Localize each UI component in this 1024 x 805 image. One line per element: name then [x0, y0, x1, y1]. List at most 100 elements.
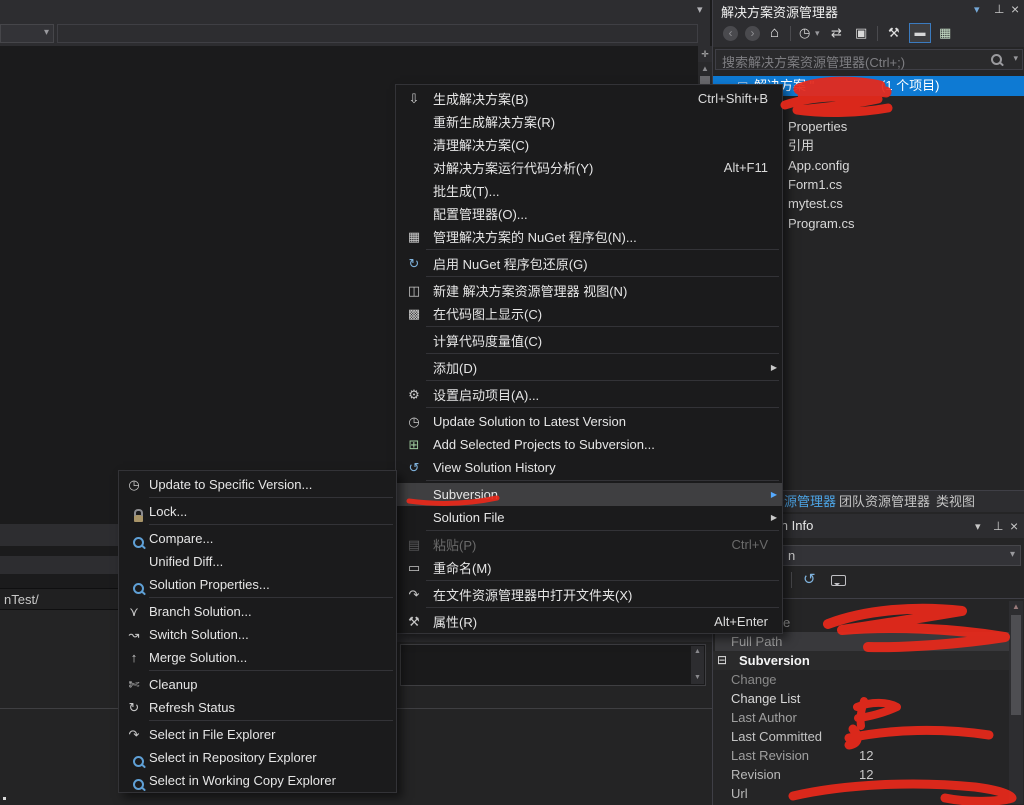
comment-bubble-icon[interactable] [831, 575, 846, 586]
code-map-icon[interactable]: ▦ [939, 25, 951, 41]
nav-back-icon[interactable]: ‹ [723, 26, 738, 41]
submenu-item-select-in-file-explorer[interactable]: ↷Select in File Explorer [119, 723, 396, 746]
tree-item-label: Form1.cs [788, 177, 842, 192]
menu-item-configuration-manager[interactable]: 配置管理器(O)... [396, 202, 782, 225]
submenu-item-select-in-working-copy-explorer[interactable]: Select in Working Copy Explorer [119, 769, 396, 792]
menu-item-update-solution-latest[interactable]: ◷Update Solution to Latest Version [396, 410, 782, 433]
submenu-item-compare[interactable]: Compare... [119, 527, 396, 550]
menu-item-batch-build[interactable]: 批生成(T)... [396, 179, 782, 202]
menu-label: Solution Properties... [149, 577, 270, 592]
menu-item-rename[interactable]: ▭重命名(M) [396, 556, 782, 579]
submenu-item-unified-diff[interactable]: Unified Diff... [119, 550, 396, 573]
menu-item-clean-solution[interactable]: 清理解决方案(C) [396, 133, 782, 156]
scroll-up-icon[interactable]: ▲ [1009, 601, 1023, 613]
collapse-expander-icon[interactable]: ⊟ [717, 651, 727, 670]
solution-context-menu: ⇩生成解决方案(B)Ctrl+Shift+B 重新生成解决方案(R) 清理解决方… [395, 84, 783, 634]
menu-item-rebuild-solution[interactable]: 重新生成解决方案(R) [396, 110, 782, 133]
sync-active-document-icon[interactable]: ⇄ [831, 25, 842, 41]
menu-item-new-solution-explorer-view[interactable]: ◫新建 解决方案资源管理器 视图(N) [396, 279, 782, 302]
menu-item-show-on-code-map[interactable]: ▩在代码图上显示(C) [396, 302, 782, 325]
window-position-icon[interactable]: ▾ [975, 520, 981, 533]
toolbar-field[interactable] [57, 24, 698, 43]
scroll-up-icon[interactable]: ▲ [691, 646, 704, 658]
properties-scrollbar[interactable]: ▲ [1009, 601, 1023, 804]
pin-icon[interactable]: ⊥ [993, 519, 1003, 533]
solution-label-suffix: (1 个项目) [881, 76, 940, 96]
menu-item-set-startup-projects[interactable]: ⚙设置启动项目(A)... [396, 383, 782, 406]
submenu-item-branch-solution[interactable]: ⋎Branch Solution... [119, 600, 396, 623]
prop-row-change[interactable]: Change [713, 670, 1009, 689]
menu-item-solution-file[interactable]: Solution File▶ [396, 506, 782, 529]
pin-icon[interactable]: ⊥ [994, 2, 1004, 16]
tab-class-view[interactable]: 类视图 [936, 491, 975, 513]
submenu-item-refresh-status[interactable]: ↻Refresh Status [119, 696, 396, 719]
tree-item-label: Program.cs [788, 216, 854, 231]
prop-row-last-author[interactable]: Last Author [713, 708, 1009, 727]
branch-icon: ⋎ [123, 600, 145, 623]
prop-category-subversion[interactable]: ⊟ Subversion [713, 651, 1009, 670]
build-icon: ⇩ [403, 87, 425, 110]
submenu-item-merge-solution[interactable]: ↑Merge Solution... [119, 646, 396, 669]
submenu-item-update-specific-version[interactable]: ◷Update to Specific Version... [119, 473, 396, 496]
pending-changes-filter-icon[interactable]: ◷ [799, 25, 810, 41]
submenu-item-solution-properties[interactable]: Solution Properties... [119, 573, 396, 596]
menu-item-paste[interactable]: ▤粘贴(P)Ctrl+V [396, 533, 782, 556]
menu-label: Add Selected Projects to Subversion... [433, 437, 655, 452]
menu-item-view-solution-history[interactable]: ↺View Solution History [396, 456, 782, 479]
message-box-scrollbar[interactable]: ▲ ▼ [691, 646, 704, 684]
toolbar-combobox[interactable]: ▾ [0, 24, 54, 43]
menu-item-subversion[interactable]: Subversion▶ [396, 483, 782, 506]
chevron-down-icon[interactable]: ▾ [1010, 549, 1015, 560]
prop-label: Url [731, 784, 748, 803]
message-box[interactable]: ▲ ▼ [400, 644, 706, 686]
window-position-icon[interactable]: ▾ [974, 3, 980, 16]
working-copy-magnifier-icon [127, 772, 149, 795]
tab-team-explorer[interactable]: 团队资源管理器 [839, 491, 930, 513]
home-icon[interactable]: ⌂ [770, 24, 779, 41]
close-icon[interactable]: × [1010, 518, 1018, 534]
prop-category-label: Subversion [739, 651, 810, 670]
menu-label: Lock... [149, 504, 187, 519]
submenu-arrow-icon: ▶ [771, 513, 777, 522]
menu-item-properties[interactable]: ⚒属性(R)Alt+Enter [396, 610, 782, 633]
search-icon[interactable] [991, 54, 1002, 65]
splitter-handle-icon[interactable]: ✛ [698, 46, 712, 62]
chevron-down-icon[interactable]: ▾ [1013, 53, 1018, 64]
show-all-files-icon[interactable]: ▬ [909, 23, 931, 43]
prop-row-last-committed[interactable]: Last Committed [713, 727, 1009, 746]
menu-shortcut: Ctrl+V [704, 537, 768, 552]
file-explorer-arrow-icon: ↷ [123, 723, 145, 746]
close-icon[interactable]: × [1011, 1, 1019, 17]
menu-item-open-folder-in-file-explorer[interactable]: ↷在文件资源管理器中打开文件夹(X) [396, 583, 782, 606]
prop-label: Full Path [731, 632, 782, 651]
scroll-up-icon[interactable]: ▲ [698, 64, 712, 76]
prop-row-last-revision[interactable]: Last Revision12 [713, 746, 1009, 765]
nav-forward-icon[interactable]: › [745, 26, 760, 41]
menu-item-add-projects-to-subversion[interactable]: ⊞Add Selected Projects to Subversion... [396, 433, 782, 456]
properties-wrench-icon[interactable]: ⚒ [888, 25, 900, 41]
prop-row-full-path[interactable]: Full Path [713, 632, 1009, 651]
menu-item-manage-nuget[interactable]: ▦管理解决方案的 NuGet 程序包(N)... [396, 225, 782, 248]
menu-item-calculate-code-metrics[interactable]: 计算代码度量值(C) [396, 329, 782, 352]
search-input[interactable]: 搜索解决方案资源管理器(Ctrl+;) ▾ [715, 49, 1023, 70]
scroll-down-icon[interactable]: ▼ [691, 672, 704, 684]
chevron-down-icon[interactable]: ▾ [815, 28, 820, 39]
panel-titlebar: 解决方案资源管理器 ▾ ⊥ × [713, 0, 1024, 20]
submenu-item-cleanup[interactable]: ✄Cleanup [119, 673, 396, 696]
submenu-item-switch-solution[interactable]: ↝Switch Solution... [119, 623, 396, 646]
toolbar-overflow-icon[interactable]: ▾ [697, 3, 703, 16]
scrollbar-thumb[interactable] [1011, 615, 1021, 715]
prop-row-revision[interactable]: Revision12 [713, 765, 1009, 784]
prop-label: Change [731, 670, 777, 689]
rename-icon: ▭ [403, 556, 425, 579]
history-icon[interactable]: ↺ [803, 570, 816, 588]
submenu-item-lock[interactable]: Lock... [119, 500, 396, 523]
menu-item-build-solution[interactable]: ⇩生成解决方案(B)Ctrl+Shift+B [396, 87, 782, 110]
prop-row-change-list[interactable]: Change List [713, 689, 1009, 708]
collapse-all-icon[interactable]: ▣ [855, 25, 867, 41]
prop-row-url[interactable]: Url [713, 784, 1009, 803]
menu-item-enable-nuget-restore[interactable]: ↻启用 NuGet 程序包还原(G) [396, 252, 782, 275]
menu-item-add[interactable]: 添加(D)▶ [396, 356, 782, 379]
submenu-item-select-in-repository-explorer[interactable]: Select in Repository Explorer [119, 746, 396, 769]
menu-item-run-code-analysis[interactable]: 对解决方案运行代码分析(Y)Alt+F11 [396, 156, 782, 179]
